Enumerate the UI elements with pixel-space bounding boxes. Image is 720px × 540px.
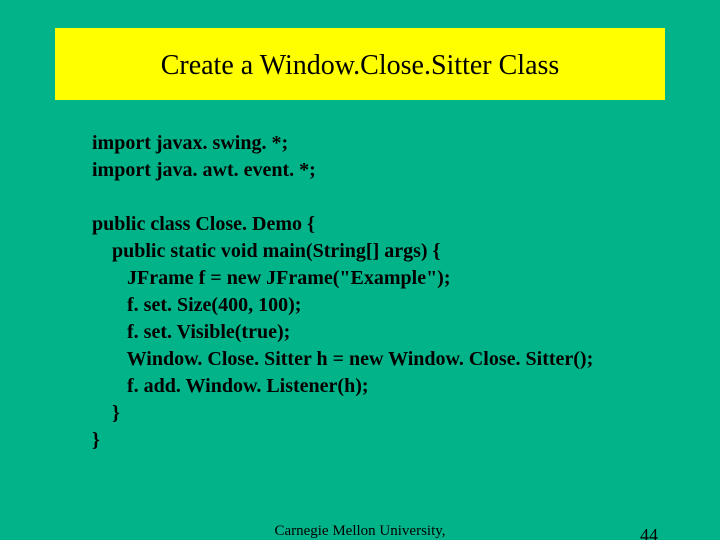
footer: Carnegie Mellon University, Graduate Sch… [0, 522, 720, 540]
footer-line-1: Carnegie Mellon University, [0, 522, 720, 540]
slide-title: Create a Window.Close.Sitter Class [55, 28, 665, 100]
page-number: 44 [640, 525, 658, 540]
code-content: import javax. swing. *; import java. awt… [92, 130, 720, 454]
